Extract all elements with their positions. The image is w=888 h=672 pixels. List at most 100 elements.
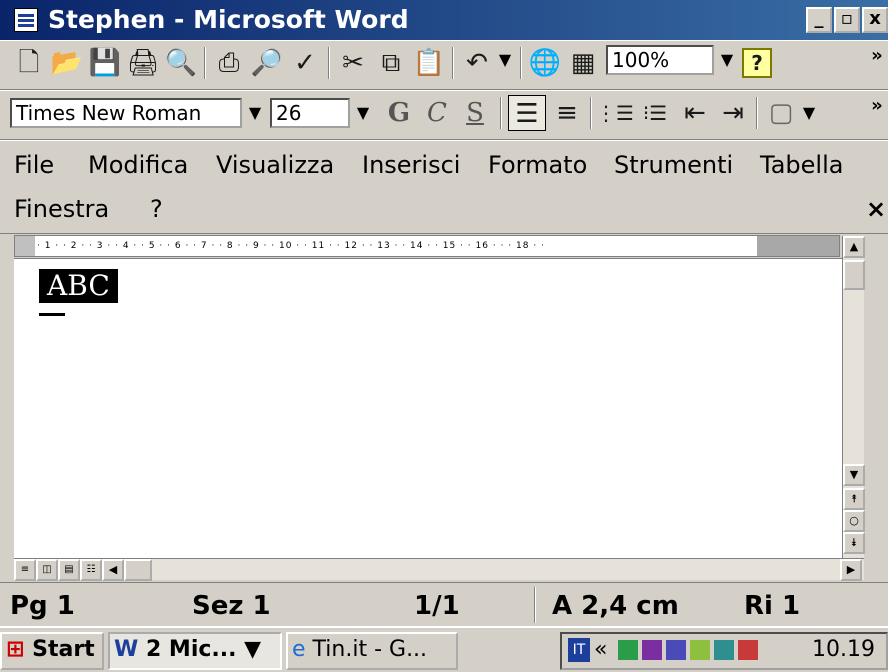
help-icon[interactable]: ? xyxy=(742,48,772,78)
tray-expand-button[interactable]: « xyxy=(594,634,607,666)
numbered-list-icon[interactable]: ⋮☰ xyxy=(596,95,634,131)
open-folder-icon[interactable]: 📂 xyxy=(48,45,86,81)
underline-button[interactable]: S xyxy=(456,95,494,131)
menu-modifica[interactable]: Modifica xyxy=(88,149,188,181)
horizontal-scrollbar[interactable]: ≡ ◫ ▤ ☷ ◀ ▶ xyxy=(14,558,864,581)
standard-toolbar: 🗋 📂 💾 🖨 🔍 ⎙ 🔎 ✓ ✂ ⧉ 📋 ↶ ▼ 🌐 ▦ 100% ▼ ? » xyxy=(0,40,888,90)
taskbar-group-chevron-icon: ▼ xyxy=(244,637,262,662)
cut-icon[interactable]: ✂ xyxy=(334,45,372,81)
increase-indent-icon[interactable]: ⇥ xyxy=(714,95,752,131)
language-indicator[interactable]: IT xyxy=(568,638,590,662)
bullet-list-icon[interactable]: ⁝☰ xyxy=(636,95,674,131)
status-line: Ri 1 xyxy=(744,591,801,621)
menu-inserisci[interactable]: Inserisci xyxy=(362,149,460,181)
web-layout-view-icon[interactable]: ◫ xyxy=(36,559,58,581)
horizontal-ruler[interactable]: · 1 · · 2 · · 3 · · 4 · · 5 · · 6 · · 7 … xyxy=(14,235,840,257)
spellcheck-icon[interactable]: ✓ xyxy=(286,45,324,81)
toolbar-separator xyxy=(500,97,502,129)
next-page-icon[interactable]: ⯯ xyxy=(843,532,865,554)
font-size-dropdown-chevron-icon[interactable]: ▼ xyxy=(352,98,374,128)
vertical-scrollbar[interactable]: ▲ ▼ ⯭ ○ ⯯ xyxy=(842,236,865,558)
menu-finestra[interactable]: Finestra xyxy=(14,193,109,225)
bold-button[interactable]: G xyxy=(380,95,418,131)
menu-help[interactable]: ? xyxy=(150,193,163,225)
menu-tabella[interactable]: Tabella xyxy=(760,149,843,181)
tray-app-icon[interactable] xyxy=(690,640,710,660)
title-bar[interactable]: Stephen - Microsoft Word _ ▫ x xyxy=(0,0,888,40)
toolbar-separator xyxy=(452,47,454,79)
toolbar-more-chevron-icon[interactable]: » xyxy=(870,47,884,65)
selected-text[interactable]: ABC xyxy=(39,269,118,303)
menu-visualizza[interactable]: Visualizza xyxy=(216,149,334,181)
network-error-icon[interactable] xyxy=(666,640,686,660)
print-preview-icon[interactable]: 🔎 xyxy=(248,45,286,81)
scroll-left-icon[interactable]: ◀ xyxy=(102,559,124,581)
italic-button[interactable]: C xyxy=(418,95,456,131)
windows-flag-icon: ⊞ xyxy=(6,637,25,662)
clock[interactable]: 10.19 xyxy=(812,634,875,666)
start-button[interactable]: ⊞ Start xyxy=(0,632,104,670)
font-name-combo[interactable]: Times New Roman xyxy=(10,98,242,128)
tray-app-icon[interactable] xyxy=(618,640,638,660)
browse-object-icon[interactable]: ○ xyxy=(843,510,865,532)
status-page: Pg 1 xyxy=(10,591,75,621)
print-layout-view-icon[interactable]: ▤ xyxy=(58,559,80,581)
normal-view-icon[interactable]: ≡ xyxy=(14,559,36,581)
paste-icon[interactable]: 📋 xyxy=(410,45,448,81)
borders-icon[interactable]: ▢ xyxy=(762,95,800,131)
restore-button[interactable]: ▫ xyxy=(834,7,860,33)
word-window: Stephen - Microsoft Word _ ▫ x 🗋 📂 💾 🖨 🔍… xyxy=(0,0,888,672)
taskbar: ⊞ Start W 2 Mic... ▼ e Tin.it - G... IT … xyxy=(0,626,888,672)
document-page[interactable]: ABC xyxy=(14,258,842,558)
align-left-icon[interactable]: ☰ xyxy=(508,95,546,131)
system-tray: IT « 10.19 xyxy=(560,632,888,670)
font-size-combo[interactable]: 26 xyxy=(270,98,350,128)
tab-selector[interactable] xyxy=(15,236,35,256)
menu-strumenti[interactable]: Strumenti xyxy=(614,149,733,181)
table-icon[interactable]: ▦ xyxy=(564,45,602,81)
taskbar-browser-button[interactable]: e Tin.it - G... xyxy=(286,632,458,670)
status-section: Sez 1 xyxy=(192,591,271,621)
status-page-count: 1/1 xyxy=(414,591,460,621)
zoom-dropdown-chevron-icon[interactable]: ▼ xyxy=(716,45,738,75)
web-icon[interactable]: 🌐 xyxy=(526,45,564,81)
previous-page-icon[interactable]: ⯭ xyxy=(843,488,865,510)
close-button[interactable]: x xyxy=(862,7,888,33)
undo-icon[interactable]: ↶ xyxy=(458,45,496,81)
font-name-dropdown-chevron-icon[interactable]: ▼ xyxy=(244,98,266,128)
toolbar-separator xyxy=(756,97,758,129)
monitor-icon[interactable] xyxy=(714,640,734,660)
taskbar-word-button[interactable]: W 2 Mic... ▼ xyxy=(108,632,282,670)
menu-formato[interactable]: Formato xyxy=(488,149,587,181)
outline-view-icon[interactable]: ☷ xyxy=(80,559,102,581)
shield-icon[interactable] xyxy=(738,640,758,660)
scroll-up-icon[interactable]: ▲ xyxy=(843,236,865,258)
decrease-indent-icon[interactable]: ⇤ xyxy=(676,95,714,131)
search-web-icon[interactable]: 🔍 xyxy=(162,45,200,81)
status-separator xyxy=(534,587,536,623)
toolbar-more-chevron-icon[interactable]: » xyxy=(870,97,884,115)
scroll-thumb[interactable] xyxy=(843,260,865,290)
word-document-icon[interactable] xyxy=(14,8,38,32)
network-error-icon[interactable] xyxy=(642,640,662,660)
formatting-toolbar: Times New Roman ▼ 26 ▼ G C S ☰ ≡ ⋮☰ ⁝☰ ⇤… xyxy=(0,90,888,140)
menu-file[interactable]: File xyxy=(14,149,54,181)
scroll-right-icon[interactable]: ▶ xyxy=(840,559,862,581)
copy-icon[interactable]: ⧉ xyxy=(372,45,410,81)
undo-dropdown-chevron-icon[interactable]: ▼ xyxy=(494,45,516,75)
save-icon[interactable]: 💾 xyxy=(86,45,124,81)
horizontal-scroll-thumb[interactable] xyxy=(124,559,152,581)
taskbar-word-label: 2 Mic... xyxy=(145,637,237,662)
start-label: Start xyxy=(32,637,95,662)
ruler-ticks: · 1 · · 2 · · 3 · · 4 · · 5 · · 6 · · 7 … xyxy=(37,241,545,251)
print-icon[interactable]: ⎙ xyxy=(210,45,248,81)
new-document-icon[interactable]: 🗋 xyxy=(10,45,48,81)
word-icon: W xyxy=(114,637,139,662)
print-setup-icon[interactable]: 🖨 xyxy=(124,45,162,81)
scroll-down-icon[interactable]: ▼ xyxy=(843,464,865,486)
close-document-button[interactable]: × xyxy=(866,193,886,225)
minimize-button[interactable]: _ xyxy=(806,7,832,33)
borders-dropdown-chevron-icon[interactable]: ▼ xyxy=(798,98,820,128)
zoom-combo[interactable]: 100% xyxy=(606,45,714,75)
align-center-icon[interactable]: ≡ xyxy=(548,95,586,131)
